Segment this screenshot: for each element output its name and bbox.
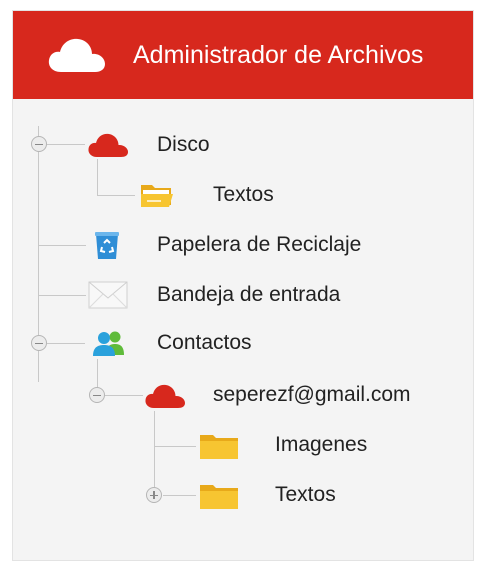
tree-item-disco[interactable]: Disco bbox=[85, 129, 285, 161]
tree-item-disco-textos[interactable]: Textos bbox=[135, 179, 335, 211]
folder-tree: Disco Textos Papelera de Reciclaje Bande… bbox=[13, 99, 473, 559]
tree-line bbox=[154, 411, 155, 495]
app-title: Administrador de Archivos bbox=[133, 41, 424, 69]
tree-item-contactos[interactable]: Contactos bbox=[85, 327, 385, 361]
tree-line bbox=[47, 343, 85, 344]
cloud-icon bbox=[145, 384, 185, 408]
file-manager-panel: Administrador de Archivos Disco Textos P… bbox=[12, 10, 474, 561]
tree-item-imagenes[interactable]: Imagenes bbox=[197, 429, 437, 463]
tree-line bbox=[163, 495, 196, 496]
tree-line bbox=[47, 144, 85, 145]
tree-line bbox=[97, 159, 98, 195]
envelope-icon bbox=[88, 281, 128, 309]
collapse-disco-toggle[interactable] bbox=[31, 136, 47, 152]
tree-item-email-textos[interactable]: Textos bbox=[197, 479, 437, 513]
tree-item-label: Imagenes bbox=[275, 433, 368, 456]
tree-item-label: Bandeja de entrada bbox=[157, 283, 341, 306]
tree-item-label: Textos bbox=[213, 183, 274, 206]
recycle-bin-icon bbox=[95, 232, 119, 259]
collapse-email-toggle[interactable] bbox=[89, 387, 105, 403]
folder-icon bbox=[200, 435, 238, 459]
collapse-contactos-toggle[interactable] bbox=[31, 335, 47, 351]
cloud-icon bbox=[48, 38, 105, 72]
tree-item-papelera[interactable]: Papelera de Reciclaje bbox=[85, 229, 415, 263]
tree-item-label: Contactos bbox=[157, 331, 252, 354]
folder-icon bbox=[200, 485, 238, 509]
tree-item-contacto-email[interactable]: seperezf@gmail.com bbox=[143, 379, 463, 413]
tree-item-label: seperezf@gmail.com bbox=[213, 383, 411, 406]
app-header: Administrador de Archivos bbox=[13, 11, 473, 99]
tree-line bbox=[97, 195, 135, 196]
tree-line bbox=[105, 395, 143, 396]
folder-open-icon bbox=[141, 185, 173, 207]
tree-line bbox=[38, 295, 86, 296]
expand-textos-toggle[interactable] bbox=[146, 487, 162, 503]
tree-item-label: Disco bbox=[157, 133, 210, 156]
tree-item-bandeja[interactable]: Bandeja de entrada bbox=[85, 279, 415, 313]
tree-item-label: Textos bbox=[275, 483, 336, 506]
cloud-icon bbox=[88, 133, 128, 157]
users-icon bbox=[93, 331, 124, 356]
tree-line bbox=[38, 245, 86, 246]
tree-line bbox=[154, 446, 196, 447]
tree-item-label: Papelera de Reciclaje bbox=[157, 233, 362, 256]
